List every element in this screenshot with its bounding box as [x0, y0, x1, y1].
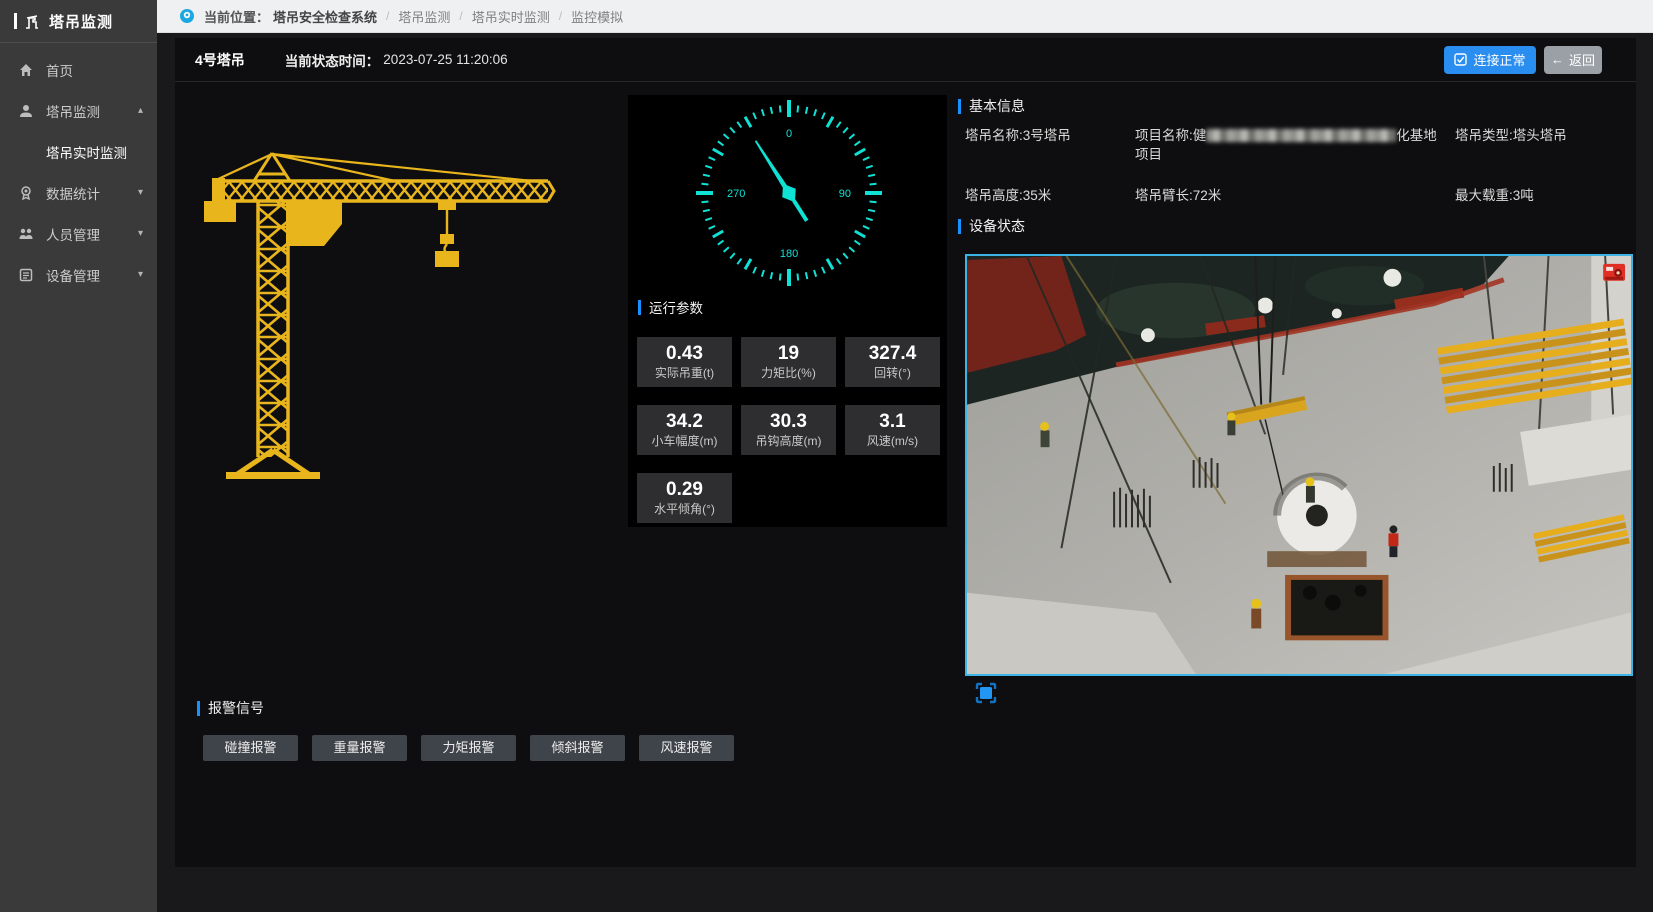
param-tile-moment-ratio: 19力矩比(%) [741, 337, 836, 387]
rotation-gauge: 0 90 180 270 [694, 97, 884, 289]
monitor-panel: 4号塔吊 当前状态时间： 2023-07-25 11:20:06 连接正常 ← … [175, 38, 1636, 867]
person-monitor-icon [18, 103, 34, 119]
sidebar-item-label: 塔吊实时监测 [46, 142, 127, 162]
tilt-alarm-button[interactable]: 倾斜报警 [530, 735, 625, 761]
collision-alarm-button[interactable]: 碰撞报警 [203, 735, 298, 761]
checkbox-check-icon [1454, 53, 1467, 66]
wind-alarm-button[interactable]: 风速报警 [639, 735, 734, 761]
breadcrumb-item-system[interactable]: 塔吊安全检查系统 [273, 7, 377, 26]
breadcrumb-separator: / [386, 9, 389, 23]
sidebar-item-realtime-monitor[interactable]: 塔吊实时监测 [0, 131, 157, 172]
gauge-needle [749, 136, 814, 225]
fullscreen-scan-icon[interactable] [975, 682, 997, 704]
sidebar-item-devices[interactable]: 设备管理 ▾ [0, 254, 157, 295]
svg-text:90: 90 [839, 188, 851, 200]
caret-down-icon: ▾ [138, 187, 143, 198]
caret-up-icon: ▴ [138, 105, 143, 116]
param-tile-wind-speed: 3.1风速(m/s) [845, 405, 940, 455]
section-accent-bar [958, 99, 961, 114]
panel-header: 4号塔吊 当前状态时间： 2023-07-25 11:20:06 连接正常 ← … [175, 38, 1636, 82]
sidebar-divider [0, 42, 157, 43]
connect-label: 连接正常 [1473, 50, 1525, 69]
alarm-signals-title: 报警信号 [197, 698, 264, 718]
caret-down-icon: ▾ [138, 269, 143, 280]
breadcrumb-item-simulation[interactable]: 监控模拟 [571, 7, 623, 26]
section-title-text: 报警信号 [208, 698, 264, 718]
sidebar: 塔吊监测 首页 塔吊监测 ▴ 塔吊实时监测 数据统计 ▾ 人员管理 ▾ 设备管理 [0, 0, 157, 912]
section-title-text: 设备状态 [969, 216, 1025, 236]
info-crane-type: 塔吊类型:塔头塔吊 [1455, 126, 1625, 164]
svg-text:270: 270 [727, 188, 745, 200]
back-button[interactable]: ← 返回 [1544, 46, 1602, 74]
sidebar-item-label: 首页 [46, 60, 73, 80]
back-arrow-icon: ← [1551, 53, 1564, 66]
camera-frame-image [967, 256, 1631, 674]
site-camera-feed [965, 254, 1633, 676]
crane-logo-icon [23, 12, 41, 30]
param-tile-rotation: 327.4回转(°) [845, 337, 940, 387]
run-params-tiles: 0.43实际吊重(t) 19力矩比(%) 327.4回转(°) 34.2小车幅度… [628, 317, 947, 523]
section-title-text: 运行参数 [649, 297, 703, 317]
status-time-value: 2023-07-25 11:20:06 [383, 52, 507, 67]
tower-crane-monitor-app: 塔吊监测 首页 塔吊监测 ▴ 塔吊实时监测 数据统计 ▾ 人员管理 ▾ 设备管理 [0, 0, 1653, 912]
device-icon [18, 267, 34, 283]
section-title-text: 基本信息 [969, 96, 1025, 116]
param-tile-horizontal-tilt: 0.29水平倾角(°) [637, 473, 732, 523]
caret-down-icon: ▾ [138, 228, 143, 239]
breadcrumb-item-crane-monitor[interactable]: 塔吊监测 [398, 7, 450, 26]
sidebar-item-label: 设备管理 [46, 265, 100, 285]
breadcrumb-item-realtime[interactable]: 塔吊实时监测 [472, 7, 550, 26]
run-params-title: 运行参数 [638, 297, 947, 317]
camera-watermark [1603, 264, 1625, 281]
param-tile-hook-height: 30.3吊钩高度(m) [741, 405, 836, 455]
device-status-title: 设备状态 [958, 216, 1025, 236]
back-label: 返回 [1569, 50, 1595, 69]
home-icon [18, 62, 34, 78]
basic-info-grid: 塔吊名称:3号塔吊 项目名称:健化基地项目 塔吊类型:塔头塔吊 塔吊高度:35米… [965, 126, 1625, 205]
logo-bar [14, 13, 17, 29]
redacted-project-text [1206, 129, 1396, 142]
section-accent-bar [958, 219, 961, 234]
sidebar-item-home[interactable]: 首页 [0, 49, 157, 90]
sidebar-item-label: 塔吊监测 [46, 101, 100, 121]
crane-name: 4号塔吊 [195, 50, 245, 70]
weight-alarm-button[interactable]: 重量报警 [312, 735, 407, 761]
info-crane-height: 塔吊高度:35米 [965, 186, 1125, 205]
connection-status-button[interactable]: 连接正常 [1444, 46, 1536, 74]
sidebar-item-data-stats[interactable]: 数据统计 ▾ [0, 172, 157, 213]
medal-icon [18, 185, 34, 201]
people-icon [18, 226, 34, 242]
breadcrumb-separator: / [459, 9, 462, 23]
info-crane-name: 塔吊名称:3号塔吊 [965, 126, 1125, 164]
section-accent-bar [638, 300, 641, 315]
section-accent-bar [197, 701, 200, 716]
sidebar-item-crane-monitor[interactable]: 塔吊监测 ▴ [0, 90, 157, 131]
basic-info-title: 基本信息 [958, 96, 1025, 116]
breadcrumb-label: 当前位置： [204, 7, 269, 26]
svg-text:180: 180 [780, 248, 798, 260]
tower-crane-illustration [190, 150, 570, 512]
sidebar-item-personnel[interactable]: 人员管理 ▾ [0, 213, 157, 254]
svg-text:0: 0 [786, 128, 792, 140]
moment-alarm-button[interactable]: 力矩报警 [421, 735, 516, 761]
info-arm-length: 塔吊臂长:72米 [1135, 186, 1445, 205]
param-tile-trolley-range: 34.2小车幅度(m) [637, 405, 732, 455]
sidebar-item-label: 人员管理 [46, 224, 100, 244]
app-title: 塔吊监测 [49, 11, 113, 32]
breadcrumb: 当前位置： 塔吊安全检查系统 / 塔吊监测 / 塔吊实时监测 / 监控模拟 [157, 0, 1653, 33]
info-max-load: 最大载重:3吨 [1455, 186, 1625, 205]
app-logo: 塔吊监测 [0, 0, 157, 42]
alarm-buttons: 碰撞报警 重量报警 力矩报警 倾斜报警 风速报警 [203, 735, 734, 761]
status-time-label: 当前状态时间： [285, 50, 380, 70]
info-project-name: 项目名称:健化基地项目 [1135, 126, 1445, 164]
location-pin-icon [179, 8, 195, 24]
breadcrumb-separator: / [559, 9, 562, 23]
sidebar-item-label: 数据统计 [46, 183, 100, 203]
param-tile-hoist-weight: 0.43实际吊重(t) [637, 337, 732, 387]
gauge-and-params-panel: 0 90 180 270 运行参数 0.43实际吊重(t) 19力矩比(%) 327.… [628, 95, 947, 527]
main-content: 4号塔吊 当前状态时间： 2023-07-25 11:20:06 连接正常 ← … [157, 33, 1653, 912]
